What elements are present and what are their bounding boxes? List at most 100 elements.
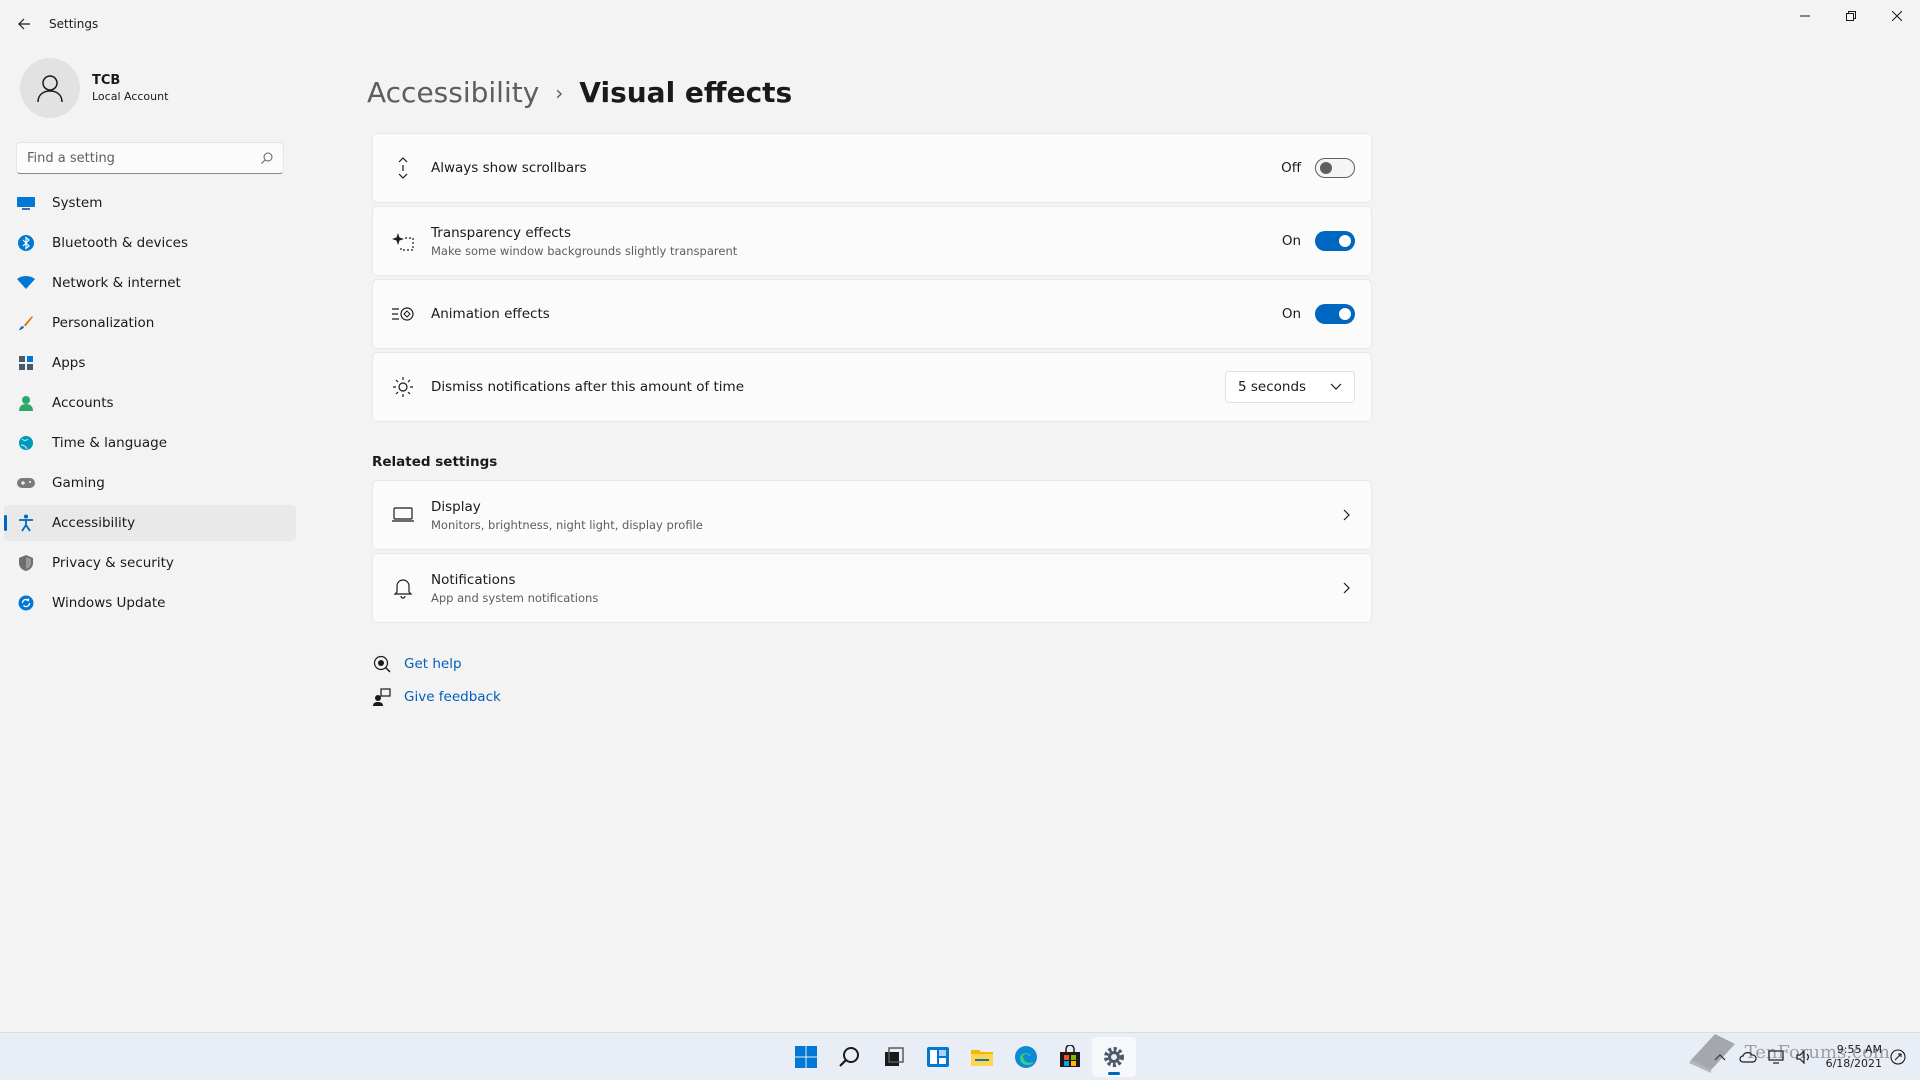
setting-transparency: Transparency effects Make some window ba…: [372, 206, 1372, 276]
globe-icon: [16, 433, 36, 453]
toggle-knob: [1320, 162, 1332, 174]
close-icon: [1892, 11, 1902, 21]
watermark-text: TenForums.com: [1744, 1041, 1890, 1063]
related-settings-heading: Related settings: [372, 454, 498, 470]
settings-taskbar-button[interactable]: [1092, 1037, 1136, 1077]
sidebar-item-system[interactable]: System: [4, 185, 296, 221]
breadcrumb-parent[interactable]: Accessibility: [367, 76, 539, 109]
back-button[interactable]: [12, 12, 36, 36]
update-icon: [16, 593, 36, 613]
edge-button[interactable]: [1004, 1033, 1048, 1080]
sidebar-item-label: Windows Update: [52, 595, 166, 611]
animation-icon: [391, 302, 415, 326]
taskbar-apps: [784, 1033, 1136, 1080]
sidebar-item-personalization[interactable]: Personalization: [4, 305, 296, 341]
give-feedback-link[interactable]: Give feedback: [372, 687, 501, 707]
start-button[interactable]: [784, 1033, 828, 1080]
task-view-button[interactable]: [872, 1033, 916, 1080]
transparency-icon: [391, 229, 415, 253]
sidebar-item-accounts[interactable]: Accounts: [4, 385, 296, 421]
apps-icon: [16, 353, 36, 373]
sidebar-item-label: Gaming: [52, 475, 105, 491]
search-box[interactable]: [16, 142, 284, 174]
watermark: TenForums.com: [1687, 1030, 1890, 1074]
user-profile[interactable]: TCB Local Account: [20, 56, 168, 120]
sidebar-nav: System Bluetooth & devices Network & int…: [4, 185, 296, 625]
sidebar-item-time-language[interactable]: Time & language: [4, 425, 296, 461]
store-icon: [1060, 1045, 1080, 1067]
sidebar-item-windows-update[interactable]: Windows Update: [4, 585, 296, 621]
window-title: Settings: [49, 17, 99, 31]
sidebar-item-accessibility[interactable]: Accessibility: [4, 505, 296, 541]
animation-toggle[interactable]: [1315, 304, 1355, 324]
related-display[interactable]: Display Monitors, brightness, night ligh…: [372, 480, 1372, 550]
setting-title: Notifications: [431, 571, 516, 588]
accounts-icon: [16, 393, 36, 413]
transparency-toggle[interactable]: [1315, 231, 1355, 251]
sidebar-item-bluetooth[interactable]: Bluetooth & devices: [4, 225, 296, 261]
file-explorer-button[interactable]: [960, 1033, 1004, 1080]
related-notifications[interactable]: Notifications App and system notificatio…: [372, 553, 1372, 623]
title-bar: Settings: [0, 0, 1920, 48]
sidebar-item-gaming[interactable]: Gaming: [4, 465, 296, 501]
sidebar-item-label: Personalization: [52, 315, 155, 331]
get-help-link[interactable]: Get help: [372, 654, 462, 674]
shield-icon: [16, 553, 36, 573]
user-name: TCB: [92, 73, 121, 88]
give-feedback-text[interactable]: Give feedback: [404, 689, 501, 705]
toggle-state-label: On: [1281, 306, 1301, 322]
toggle-knob: [1339, 308, 1351, 320]
sidebar-item-label: Network & internet: [52, 275, 181, 291]
widgets-icon: [927, 1047, 949, 1067]
setting-title: Transparency effects: [431, 224, 571, 241]
help-icon: [372, 654, 392, 674]
get-help-text[interactable]: Get help: [404, 656, 462, 672]
breadcrumb: Accessibility › Visual effects: [367, 76, 792, 109]
chevron-right-icon: [1339, 507, 1355, 523]
setting-animation: Animation effects On: [372, 279, 1372, 349]
book-logo-icon: [1688, 1034, 1735, 1073]
task-view-icon: [885, 1047, 904, 1066]
sidebar-item-apps[interactable]: Apps: [4, 345, 296, 381]
account-type: Local Account: [92, 90, 169, 103]
search-input[interactable]: [27, 150, 261, 166]
settings-icon: [1104, 1047, 1124, 1067]
network-icon: [16, 273, 36, 293]
file-explorer-icon: [971, 1050, 993, 1066]
page-title: Visual effects: [579, 76, 793, 109]
setting-subtitle: App and system notifications: [431, 590, 599, 605]
minimize-icon: [1800, 15, 1810, 17]
dismiss-time-dropdown[interactable]: 5 seconds: [1225, 371, 1355, 403]
toggle-state-label: On: [1281, 233, 1301, 249]
window-controls: [1782, 0, 1920, 32]
setting-dismiss-notifications: Dismiss notifications after this amount …: [372, 352, 1372, 422]
store-button[interactable]: [1048, 1033, 1092, 1080]
search-icon: [839, 1047, 859, 1067]
taskbar-search-button[interactable]: [828, 1033, 872, 1080]
display-icon: [391, 503, 415, 527]
widgets-button[interactable]: [916, 1033, 960, 1080]
close-button[interactable]: [1874, 0, 1920, 32]
accessibility-icon: [16, 513, 36, 533]
feedback-icon: [372, 687, 392, 707]
gamepad-icon: [16, 473, 36, 493]
minimize-button[interactable]: [1782, 0, 1828, 32]
scrollbar-icon: [391, 156, 415, 180]
setting-title: Always show scrollbars: [431, 160, 587, 176]
sidebar-item-network[interactable]: Network & internet: [4, 265, 296, 301]
avatar[interactable]: [20, 58, 80, 118]
start-icon: [795, 1046, 817, 1068]
chevron-right-icon: [1339, 580, 1355, 596]
scrollbars-toggle[interactable]: [1315, 158, 1355, 178]
sidebar-item-label: Accounts: [52, 395, 114, 411]
setting-subtitle: Monitors, brightness, night light, displ…: [431, 517, 703, 532]
sidebar-item-privacy[interactable]: Privacy & security: [4, 545, 296, 581]
sun-icon: [391, 375, 415, 399]
setting-subtitle: Make some window backgrounds slightly tr…: [431, 243, 738, 258]
setting-title: Dismiss notifications after this amount …: [431, 379, 745, 395]
brush-icon: [16, 313, 36, 333]
sidebar-item-label: Time & language: [52, 435, 168, 451]
setting-scrollbars: Always show scrollbars Off: [372, 133, 1372, 203]
restore-button[interactable]: [1828, 0, 1874, 32]
taskbar: 9:55 AM 6/18/2021: [0, 1032, 1920, 1080]
